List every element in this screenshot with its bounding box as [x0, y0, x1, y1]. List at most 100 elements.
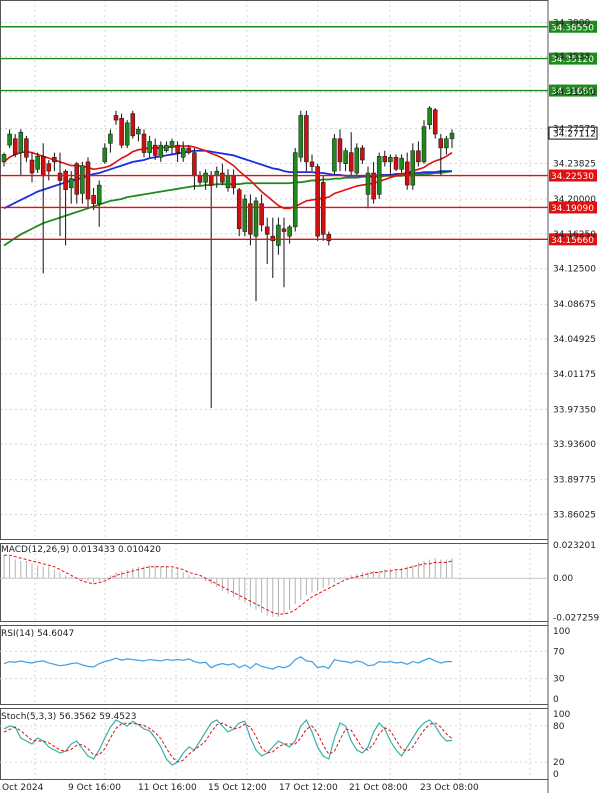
candle-body — [40, 156, 46, 177]
candle-body — [108, 133, 113, 144]
stoch-k-line — [3, 718, 453, 766]
candle-body — [298, 115, 304, 158]
candle-body — [225, 175, 231, 189]
rsi-pane — [0, 650, 548, 680]
candle-body — [287, 226, 292, 237]
candle-body — [208, 175, 214, 186]
y-tick-label: 33.93600 — [553, 440, 596, 450]
stoch-y-tick-label: 0 — [553, 770, 559, 780]
candle-body — [427, 107, 432, 125]
rsi-label: RSI(14) 54.6047 — [1, 629, 74, 639]
candle-body — [68, 178, 74, 189]
macd-pane — [0, 554, 548, 617]
y-tick-label: 34.12500 — [553, 265, 596, 275]
x-tick-label: 23 Oct 08:00 — [420, 783, 479, 793]
x-tick-label: 15 Oct 12:00 — [208, 783, 267, 793]
candle-body — [96, 184, 102, 204]
candle-body — [399, 157, 404, 170]
price-level-lines: 34.3855034.3512034.3168034.2253034.19090… — [0, 20, 598, 246]
candle-body — [80, 165, 85, 194]
candle-body — [416, 150, 421, 163]
y-tick-label: 34.04925 — [553, 335, 596, 345]
candle-body — [404, 161, 410, 186]
candle-body — [57, 172, 63, 181]
x-tick-label: Oct 2024 — [2, 783, 44, 793]
rsi-y-tick-label: 0 — [553, 695, 559, 705]
candle-body — [444, 138, 449, 149]
y-tick-label: 34.20000 — [553, 195, 596, 205]
candle-body — [186, 147, 192, 153]
macd-y-tick-label: 0.023201 — [553, 541, 596, 551]
x-tick-label: 11 Oct 16:00 — [138, 783, 197, 793]
rsi-y-tick-label: 70 — [553, 647, 565, 657]
macd-y-tick-label: 0.00 — [553, 574, 573, 584]
macd-label: MACD(12,26,9) 0.013433 0.010420 — [1, 545, 161, 555]
candle-body — [276, 224, 281, 246]
candle-body — [152, 144, 158, 156]
candle-body — [320, 182, 326, 235]
macd-y-tick-label: -0.027259 — [553, 613, 599, 623]
rsi-line — [3, 656, 452, 670]
candle-body — [270, 235, 276, 242]
candle-body — [141, 133, 147, 153]
candle-body — [281, 228, 287, 232]
y-tick-label: 33.89775 — [553, 476, 596, 486]
candle-body — [158, 144, 164, 158]
candle-body — [1, 154, 7, 163]
candle-body — [29, 159, 35, 174]
stoch-y-tick-label: 80 — [553, 722, 565, 732]
x-tick-label: 21 Oct 08:00 — [349, 783, 408, 793]
candle-body — [309, 161, 315, 167]
candle-body — [85, 161, 91, 200]
grid — [0, 0, 548, 780]
candle-body — [180, 147, 186, 158]
candle-body — [18, 131, 24, 153]
candle-body — [432, 109, 438, 135]
y-tick-label: 34.08675 — [553, 300, 596, 310]
price-level-label: 34.22530 — [551, 172, 594, 182]
candle-body — [438, 138, 444, 149]
y-tick-label: 33.86025 — [553, 511, 596, 521]
candle-body — [12, 138, 18, 155]
candle-body — [449, 132, 455, 139]
candle-body — [315, 166, 320, 237]
y-tick-label: 34.3900 — [553, 19, 590, 29]
candle-body — [220, 172, 225, 183]
candle-body — [102, 147, 108, 163]
candle-body — [354, 147, 360, 174]
candle-body — [360, 147, 365, 161]
y-tick-label: 34.23825 — [553, 160, 596, 170]
candle-body — [164, 144, 169, 151]
candle-body — [242, 198, 248, 232]
rsi-y-tick-label: 100 — [553, 627, 570, 637]
y-tick-label: 34.31500 — [553, 88, 596, 98]
candle-body — [46, 163, 52, 172]
y-tick-label: 34.01175 — [553, 370, 596, 380]
candle-body — [197, 175, 203, 183]
candle-body — [421, 126, 427, 163]
y-tick-label: 34.16250 — [553, 230, 596, 240]
candle-body — [35, 156, 40, 170]
candle-body — [332, 138, 337, 172]
x-tick-label: 9 Oct 16:00 — [68, 783, 121, 793]
stoch-pane — [0, 718, 548, 766]
candle-body — [203, 172, 208, 183]
candle-body — [24, 138, 29, 158]
y-tick-label: 34.3538 — [553, 52, 590, 62]
candle-body — [264, 226, 270, 235]
candle-body — [136, 129, 141, 135]
stoch-label: Stoch(5,3,3) 56.3562 59.4523 — [1, 712, 136, 722]
candle-body — [410, 150, 416, 186]
price-level-label: 34.19090 — [551, 204, 594, 214]
stoch-y-tick-label: 20 — [553, 758, 565, 768]
candles — [1, 106, 455, 408]
y-tick-label: 33.97350 — [553, 405, 596, 415]
candle-body — [371, 172, 376, 200]
candle-body — [231, 175, 236, 189]
candle-body — [63, 170, 68, 190]
chart-canvas: 34.3855034.3512034.3168034.2253034.19090… — [0, 0, 599, 793]
candle-body — [119, 117, 124, 146]
candle-body — [147, 141, 152, 153]
pane-border — [0, 543, 549, 622]
pane-borders — [0, 0, 549, 793]
